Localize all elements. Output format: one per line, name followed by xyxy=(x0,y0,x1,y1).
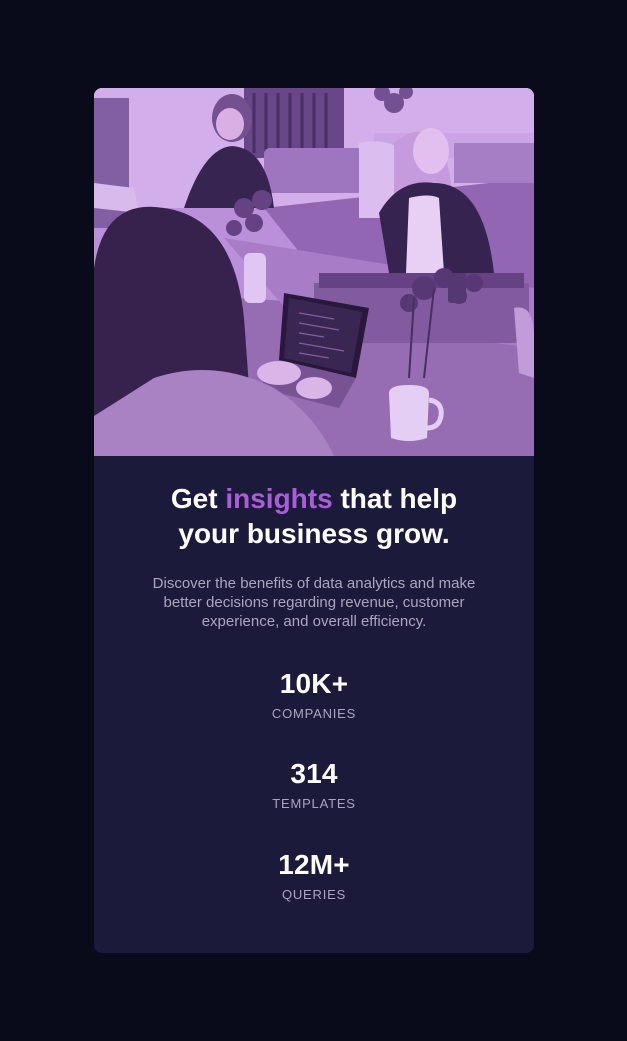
stats-card: Get insights that help your business gro… xyxy=(94,88,534,953)
description: Discover the benefits of data analytics … xyxy=(152,575,476,630)
hero-tint-overlay xyxy=(94,88,534,456)
stat-value: 12M+ xyxy=(278,849,350,880)
headline-word-after: that help xyxy=(340,483,458,514)
headline-word-before: Get xyxy=(170,483,218,514)
stat-label: QUERIES xyxy=(281,887,347,902)
stat-templates: 314 TEMPLATES xyxy=(94,758,534,812)
headline-accent-word: insights xyxy=(225,483,333,514)
stat-label: TEMPLATES xyxy=(272,796,356,811)
headline: Get insights that help your business gro… xyxy=(94,481,534,551)
headline-line-2: your business grow. xyxy=(178,518,450,549)
stat-value: 10K+ xyxy=(279,668,349,699)
stat-label: COMPANIES xyxy=(271,706,357,721)
stat-companies: 10K+ COMPANIES xyxy=(94,668,534,722)
hero-image xyxy=(94,88,534,456)
stat-queries: 12M+ QUERIES xyxy=(94,849,534,903)
headline-line-1: Get insights that help xyxy=(94,481,534,516)
stat-value: 314 xyxy=(290,758,338,789)
